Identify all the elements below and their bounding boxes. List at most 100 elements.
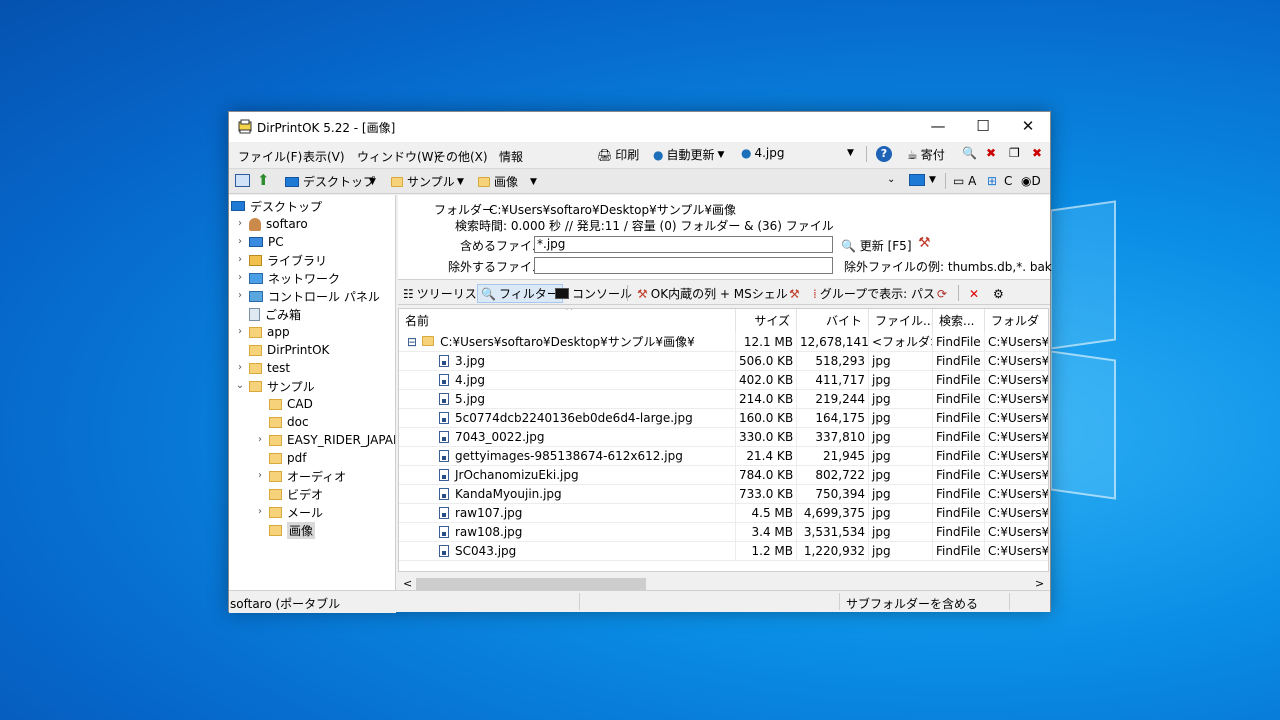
menu-info[interactable]: 情報 [499, 148, 523, 165]
include-files-input[interactable]: *.jpg [534, 236, 833, 253]
tree-item-label: softaro [266, 217, 308, 231]
table-row[interactable]: 7043_0022.jpg 330.0 KB 337,810 jpg FindFile C… [399, 428, 1048, 447]
network-icon[interactable]: ⊞ [987, 174, 997, 188]
tree-item[interactable]: コントロール パネル [249, 287, 380, 305]
tree-item[interactable]: デスクトップ [231, 197, 322, 215]
menu-view[interactable]: 表示(V) [303, 148, 345, 165]
menu-window[interactable]: ウィンドウ(W) [357, 148, 438, 165]
cell-search: FindFile [933, 542, 985, 561]
view-panel-icon[interactable] [235, 174, 250, 187]
tree-item[interactable]: EASY_RIDER_JAPAN [269, 431, 395, 449]
table-row[interactable]: 3.jpg 506.0 KB 518,293 jpg FindFile C:¥Users¥… [399, 352, 1048, 371]
expand-chevron-icon[interactable]: › [235, 272, 245, 283]
tree-item[interactable]: ごみ箱 [249, 305, 301, 323]
window-copy-icon[interactable]: ❐ [1009, 146, 1020, 160]
minimize-button[interactable]: — [915, 112, 961, 142]
expand-chevron-icon[interactable]: › [255, 434, 265, 445]
table-row[interactable]: raw107.jpg 4.5 MB 4,699,375 jpg FindFile C:¥U… [399, 504, 1048, 523]
title-bar[interactable]: DirPrintOK 5.22 - [画像] — ☐ ✕ [229, 112, 1050, 142]
folder-group-row[interactable]: ⊟ C:¥Users¥softaro¥Desktop¥サンプル¥画像¥ 12.1 M… [399, 333, 1048, 352]
settings-icon[interactable]: ⚙ [990, 284, 1007, 303]
expand-chevron-icon[interactable]: › [235, 290, 245, 301]
tab-filter[interactable]: 🔍 フィルター [477, 284, 563, 303]
tab-ok-columns[interactable]: ⚒ OK内蔵の列 + MSシェル [634, 284, 791, 303]
refresh-button[interactable]: 🔍 更新 [F5] [841, 237, 912, 254]
tree-item[interactable]: CAD [269, 395, 313, 413]
dropdown-arrow-icon[interactable]: ▼ [929, 175, 936, 185]
scroll-left-icon[interactable]: < [403, 577, 412, 590]
tree-item[interactable]: 画像 [269, 521, 316, 539]
tree-item[interactable]: ビデオ [269, 485, 323, 503]
column-header-file-type[interactable]: ファイル... [869, 309, 933, 333]
sort-ascending-icon: ^ [565, 308, 574, 317]
expand-chevron-icon[interactable]: › [255, 470, 265, 481]
tree-item[interactable]: app [249, 323, 290, 341]
scroll-right-icon[interactable]: > [1035, 577, 1044, 590]
expand-chevron-icon[interactable]: › [235, 236, 245, 247]
chevron-down-icon[interactable]: ⌄ [887, 174, 895, 185]
column-header-search[interactable]: 検索... [933, 309, 985, 333]
tree-item[interactable]: PC [249, 233, 284, 251]
column-header-size[interactable]: サイズ [736, 309, 797, 333]
column-header-bytes[interactable]: バイト [797, 309, 869, 333]
tree-item[interactable]: ネットワーク [249, 269, 340, 287]
tree-item[interactable]: test [249, 359, 290, 377]
expand-chevron-icon[interactable]: › [255, 506, 265, 517]
table-row[interactable]: JrOchanomizuEki.jpg 784.0 KB 802,722 jpg Fin… [399, 466, 1048, 485]
tree-item[interactable]: ライブラリ [249, 251, 327, 269]
expand-chevron-icon[interactable]: › [235, 218, 245, 229]
donate-button[interactable]: ☕ 寄付 [907, 146, 945, 163]
drive-d-button[interactable]: ◉D [1021, 174, 1041, 188]
menu-other[interactable]: その他(X) [434, 148, 488, 165]
exclude-files-input[interactable] [534, 257, 833, 274]
expand-chevron-icon[interactable]: › [235, 254, 245, 265]
print-button[interactable]: 🖨 印刷 [597, 146, 639, 163]
table-row[interactable]: 5.jpg 214.0 KB 219,244 jpg FindFile C:¥Users¥… [399, 390, 1048, 409]
monitor-icon[interactable] [909, 174, 925, 186]
close-view-icon[interactable]: ✖ [1032, 146, 1042, 160]
tab-console[interactable]: コンソール [552, 284, 635, 303]
help-button[interactable]: ? [876, 146, 892, 162]
key-icon[interactable]: 🔍 [962, 146, 977, 160]
expand-chevron-icon[interactable]: › [235, 326, 245, 337]
table-row[interactable]: 5c0774dcb2240136eb0de6d4-large.jpg 160.0 … [399, 409, 1048, 428]
tree-item[interactable]: オーディオ [269, 467, 346, 485]
delete-view-icon[interactable]: ✖ [986, 146, 996, 160]
expand-chevron-icon[interactable]: › [235, 362, 245, 373]
drive-a-button[interactable]: ▭ A [953, 174, 976, 188]
hammer-icon[interactable]: ⚒ [918, 235, 931, 251]
tools-icon[interactable]: ⚒ [786, 284, 803, 303]
tree-item[interactable]: メール [269, 503, 323, 521]
menu-file[interactable]: ファイル(F) [238, 148, 302, 165]
maximize-button[interactable]: ☐ [960, 112, 1006, 142]
delete-icon[interactable]: ✕ [966, 284, 982, 303]
table-row[interactable]: gettyimages-985138674-612x612.jpg 21.4 KB… [399, 447, 1048, 466]
tree-item[interactable]: pdf [269, 449, 306, 467]
table-row[interactable]: 4.jpg 402.0 KB 411,717 jpg FindFile C:¥Users¥… [399, 371, 1048, 390]
folder-icon [249, 380, 262, 392]
auto-update-button[interactable]: ● 自動更新 ▼ [653, 146, 724, 163]
tree-item[interactable]: サンプル [249, 377, 315, 395]
up-folder-icon[interactable]: ⬆ [257, 171, 270, 189]
file-list[interactable]: 名前 ^ サイズ バイト ファイル... 検索... フォルダ ⊟ C:¥User… [398, 308, 1049, 572]
tab-group-by[interactable]: ⁞ グループで表示: パス [810, 284, 938, 303]
collapse-toggle-icon[interactable]: ⊟ [407, 335, 417, 349]
close-button[interactable]: ✕ [1005, 112, 1051, 142]
table-row[interactable]: SC043.jpg 1.2 MB 1,220,932 jpg FindFile C:¥Us… [399, 542, 1048, 561]
collapse-chevron-icon[interactable]: ⌄ [235, 380, 245, 391]
drive-c-button[interactable]: C [1004, 174, 1012, 188]
image-file-icon [439, 545, 449, 557]
folder-tree[interactable]: デスクトップ › softaro › PC › ライブラリ › ネットワーク › コントロール パネ… [229, 195, 396, 595]
tree-item[interactable]: DirPrintOK [249, 341, 329, 359]
scrollbar-thumb[interactable] [416, 578, 646, 590]
crumb-desktop[interactable]: デスクトップ ▼ [285, 173, 377, 190]
crumb-images[interactable]: 画像 ▼ [478, 173, 540, 190]
tree-item[interactable]: doc [269, 413, 309, 431]
table-row[interactable]: raw108.jpg 3.4 MB 3,531,534 jpg FindFile C:¥U… [399, 523, 1048, 542]
crumb-sample[interactable]: サンプル ▼ [391, 173, 467, 190]
refresh-list-icon[interactable]: ⟳ [934, 284, 950, 303]
tree-item[interactable]: softaro [249, 215, 308, 233]
column-header-folder[interactable]: フォルダ [985, 309, 1048, 333]
file-combo[interactable]: ● 4.jpg ▼ [741, 146, 859, 160]
table-row[interactable]: KandaMyoujin.jpg 733.0 KB 750,394 jpg FindFi… [399, 485, 1048, 504]
